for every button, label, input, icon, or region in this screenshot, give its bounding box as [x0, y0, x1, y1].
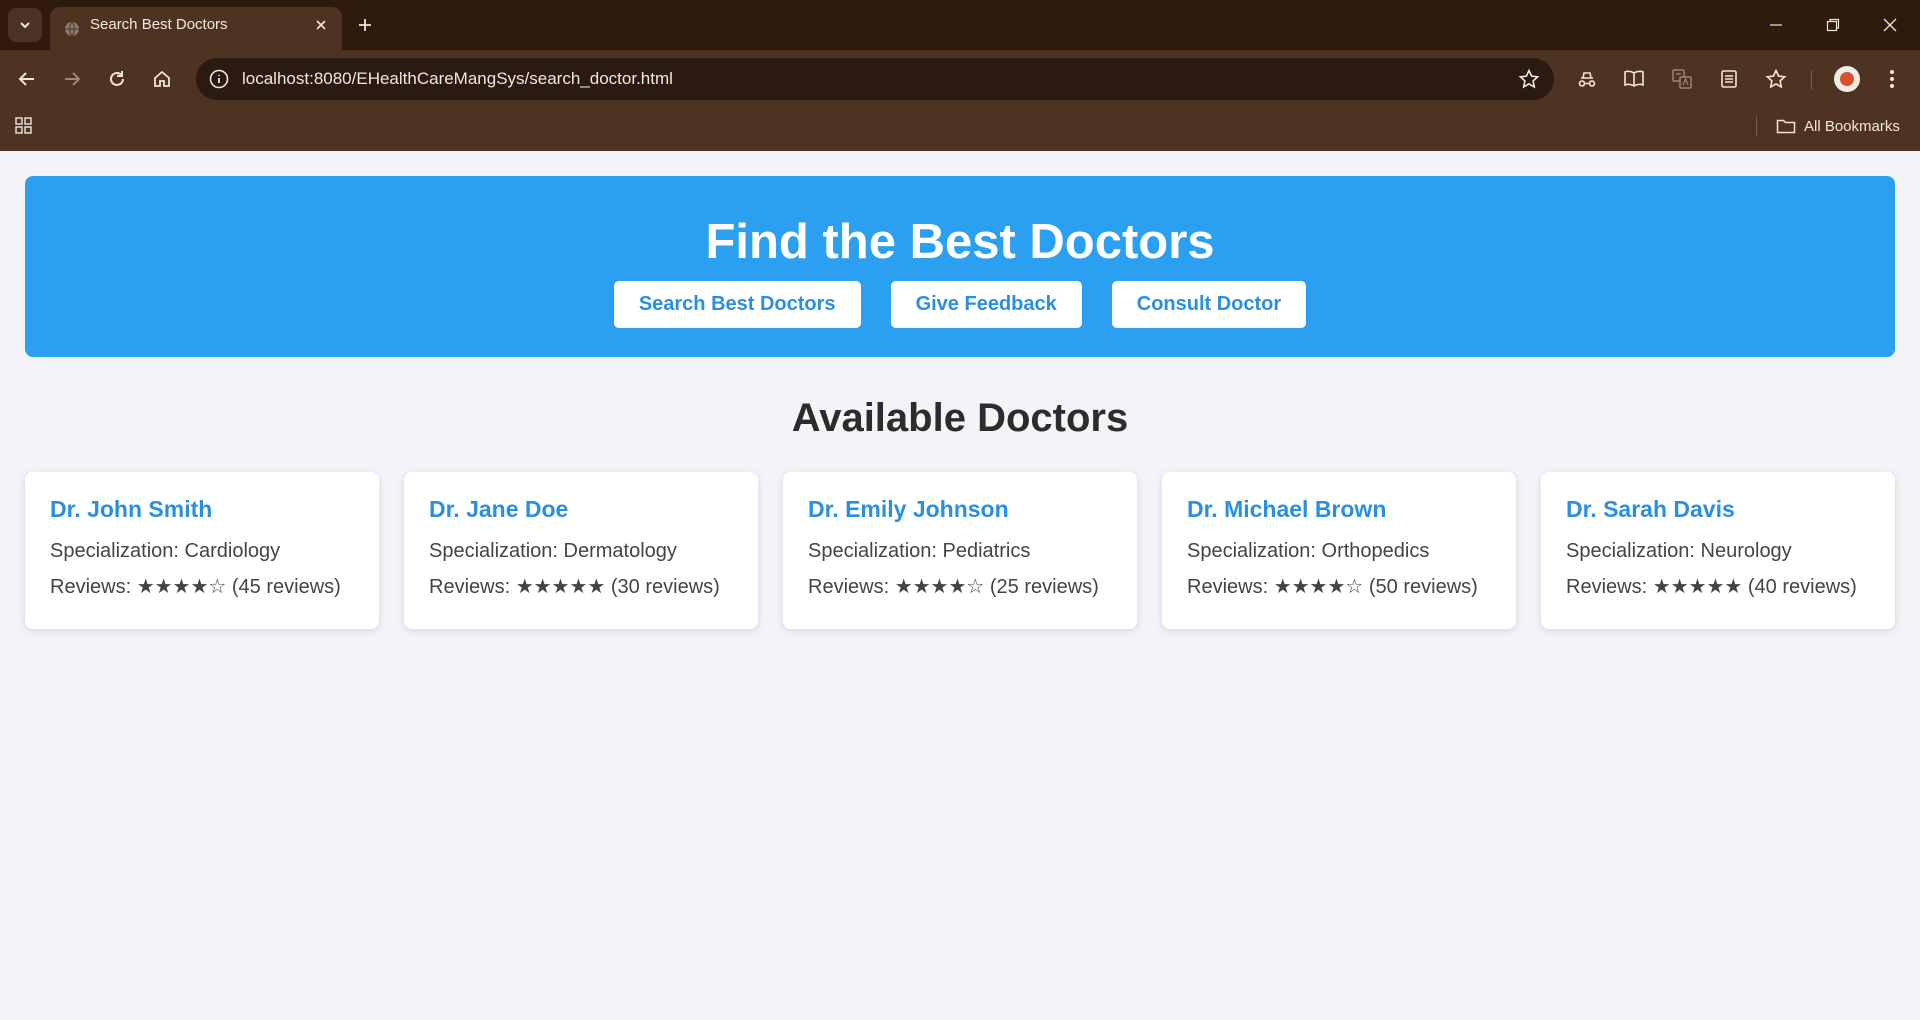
- forward-icon: [65, 72, 81, 86]
- translate-icon: [1672, 69, 1692, 89]
- doctor-card: Dr. John Smith Specialization: Cardiolog…: [25, 472, 379, 629]
- bookmarks-button[interactable]: [1763, 66, 1789, 92]
- tab-search-button[interactable]: [8, 8, 42, 42]
- tab-title: Search Best Doctors: [90, 16, 228, 33]
- section-title: Available Doctors: [791, 396, 1129, 440]
- give-feedback-button[interactable]: Give Feedback: [890, 281, 1082, 328]
- back-button[interactable]: [12, 64, 42, 94]
- doctor-card: Dr. Jane Doe Specialization: Dermatology…: [404, 472, 758, 629]
- close-icon[interactable]: [312, 16, 330, 34]
- bookmarks-bar: [0, 108, 1920, 151]
- star-icon[interactable]: [1518, 68, 1540, 90]
- doctor-card: Dr. Sarah Davis Specialization: Neurolog…: [1541, 472, 1895, 629]
- doctor-specialization: Specialization: Pediatrics: [808, 540, 1031, 562]
- hero-banner: Find the Best Doctors Search Best Doctor…: [25, 176, 1895, 357]
- minimize-icon: [1770, 24, 1782, 26]
- doctor-name: Dr. Michael Brown: [1187, 496, 1387, 522]
- translate-button[interactable]: [1669, 66, 1695, 92]
- back-icon: [18, 72, 34, 86]
- reload-icon: [110, 71, 124, 86]
- extensions-icon: [1578, 72, 1596, 87]
- all-bookmarks-button[interactable]: All Bookmarks: [1776, 115, 1900, 137]
- reading-mode-icon: [1624, 70, 1644, 87]
- restore-button[interactable]: [1805, 0, 1861, 50]
- url-text[interactable]: localhost:8080/EHealthCareMangSys/search…: [242, 58, 673, 100]
- doctor-reviews: Reviews: ★★★★★ (40 reviews): [1566, 576, 1857, 598]
- doctor-reviews: Reviews: ★★★★☆ (45 reviews): [50, 576, 341, 598]
- extensions-button[interactable]: [1574, 66, 1600, 92]
- chevron-down-icon: [20, 22, 30, 29]
- more-icon: [1890, 70, 1894, 88]
- bookmarks-divider: [1756, 116, 1757, 136]
- more-menu-button[interactable]: [1879, 66, 1905, 92]
- close-icon: [1883, 18, 1897, 32]
- active-tab[interactable]: Search Best Doctors: [50, 7, 342, 50]
- doctor-list: Dr. John Smith Specialization: Cardiolog…: [25, 472, 1895, 629]
- globe-icon: [65, 21, 79, 37]
- page-title: Find the Best Doctors: [705, 215, 1215, 269]
- folder-icon: [1776, 119, 1796, 134]
- doctor-reviews: Reviews: ★★★★☆ (25 reviews): [808, 576, 1099, 598]
- doctor-name: Dr. Sarah Davis: [1566, 496, 1735, 522]
- restore-icon: [1826, 18, 1840, 32]
- reload-button[interactable]: [102, 64, 132, 94]
- doctor-card: Dr. Emily Johnson Specialization: Pediat…: [783, 472, 1137, 629]
- home-icon: [154, 70, 170, 87]
- new-tab-button[interactable]: [352, 12, 378, 38]
- doctor-card: Dr. Michael Brown Specialization: Orthop…: [1162, 472, 1516, 629]
- close-window-button[interactable]: [1862, 0, 1918, 50]
- info-icon[interactable]: [208, 68, 230, 90]
- doctor-specialization: Specialization: Cardiology: [50, 540, 281, 562]
- bookmarks-star-icon: [1765, 68, 1787, 89]
- reading-list-icon: [1721, 70, 1737, 88]
- reading-mode-button[interactable]: [1621, 66, 1647, 92]
- doctor-name: Dr. John Smith: [50, 496, 213, 522]
- doctor-name: Dr. Emily Johnson: [808, 496, 1009, 522]
- apps-grid-icon[interactable]: [14, 116, 34, 136]
- avatar-image: [1840, 72, 1854, 86]
- address-bar[interactable]: localhost:8080/EHealthCareMangSys/search…: [196, 58, 1554, 100]
- minimize-button[interactable]: [1748, 0, 1804, 50]
- profile-avatar[interactable]: [1834, 66, 1860, 92]
- doctor-name: Dr. Jane Doe: [429, 496, 569, 522]
- home-button[interactable]: [147, 64, 177, 94]
- hero-nav: Search Best Doctors Give Feedback Consul…: [25, 281, 1895, 328]
- doctor-specialization: Specialization: Dermatology: [429, 540, 677, 562]
- toolbar-divider: [1811, 70, 1812, 90]
- doctor-reviews: Reviews: ★★★★★ (30 reviews): [429, 576, 720, 598]
- all-bookmarks-label: All Bookmarks: [1804, 117, 1900, 135]
- doctor-reviews: Reviews: ★★★★☆ (50 reviews): [1187, 576, 1478, 598]
- doctor-specialization: Specialization: Neurology: [1566, 540, 1792, 562]
- consult-doctor-button[interactable]: Consult Doctor: [1111, 281, 1307, 328]
- tab-strip: Search Best Doctors: [0, 0, 1920, 50]
- plus-icon: [359, 19, 371, 31]
- doctor-specialization: Specialization: Orthopedics: [1187, 540, 1430, 562]
- browser-toolbar: localhost:8080/EHealthCareMangSys/search…: [0, 50, 1920, 108]
- search-best-doctors-button[interactable]: Search Best Doctors: [613, 281, 861, 328]
- reading-list-button[interactable]: [1716, 66, 1742, 92]
- forward-button[interactable]: [57, 64, 87, 94]
